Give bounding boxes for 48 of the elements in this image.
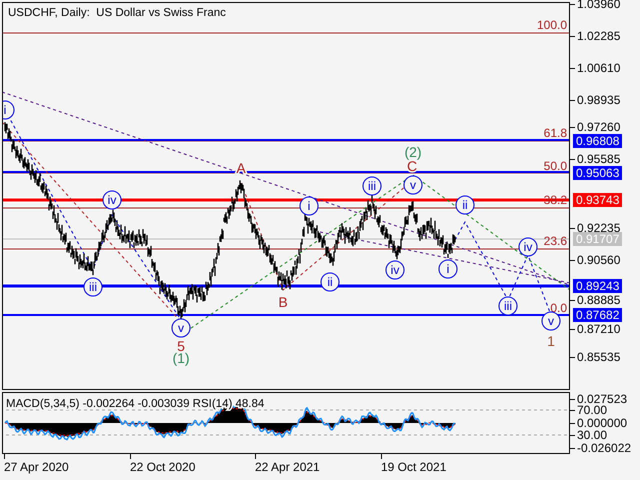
circled-wave-label: v	[404, 176, 422, 194]
indicator-axis-label: 70.00	[577, 404, 608, 416]
date-axis-label: 22 Apr 2021	[255, 460, 320, 474]
price-tag: 0.96808	[573, 134, 622, 148]
indicator-axis-label: 30.00	[577, 429, 608, 441]
chart-title: USDCHF, Daily: US Dollar vs Swiss Franc	[8, 7, 226, 19]
circled-wave-label: iii	[84, 278, 102, 296]
date-axis-label: 19 Oct 2021	[381, 460, 446, 474]
fibonacci-level-label: 61.8	[544, 126, 567, 140]
date-axis-label: 27 Apr 2020	[4, 460, 69, 474]
wave-label: (2)	[404, 144, 422, 160]
fibonacci-level-label: 38.2	[544, 193, 567, 207]
wave-label: B	[278, 294, 288, 310]
circled-wave-label: iii	[498, 296, 518, 316]
price-axis-label: 0.92235	[577, 222, 620, 234]
fibonacci-level-label: 100.0	[536, 18, 567, 32]
price-tag: 0.87682	[573, 308, 622, 322]
price-axis-label: 0.90560	[577, 254, 620, 266]
price-axis-label: 0.88885	[577, 294, 620, 306]
fibonacci-level-label: 23.6	[544, 234, 567, 248]
circled-wave-label: v	[542, 312, 560, 330]
price-tag: 0.95063	[573, 166, 622, 180]
price-axis-label: 0.97260	[577, 121, 620, 133]
indicator-axis-label: -0.026022	[577, 442, 632, 454]
indicator-axis-label: 0.027523	[577, 393, 628, 405]
circled-wave-label: ii	[320, 272, 340, 292]
wave-label: 1	[547, 333, 555, 349]
price-tag: 0.89243	[573, 279, 622, 293]
circled-wave-label: ii	[456, 196, 474, 214]
circled-wave-label: iii	[362, 176, 382, 196]
circled-wave-label: v	[172, 318, 190, 338]
circled-wave-label: iv	[386, 260, 404, 280]
price-axis-label: 0.98935	[577, 94, 620, 106]
fibonacci-level-label: 50.0	[544, 159, 567, 173]
circled-wave-label: i	[300, 196, 318, 216]
price-axis-label: 1.00610	[577, 62, 620, 74]
price-tag: 0.91707	[573, 232, 622, 246]
price-axis-label: 1.02285	[577, 30, 620, 42]
indicator-axis-label: 0.000000	[577, 417, 628, 429]
price-axis-label: 0.85535	[577, 351, 620, 363]
circled-wave-label: i	[438, 260, 458, 278]
price-axis-label: 0.87210	[577, 323, 620, 335]
circled-wave-label: iv	[102, 190, 122, 210]
price-axis-label: 0.95585	[577, 153, 620, 165]
circled-wave-label: iv	[518, 238, 538, 256]
price-tag: 0.93743	[573, 193, 622, 207]
date-axis-label: 22 Oct 2020	[130, 460, 196, 474]
circled-wave-label: i	[3, 100, 14, 120]
